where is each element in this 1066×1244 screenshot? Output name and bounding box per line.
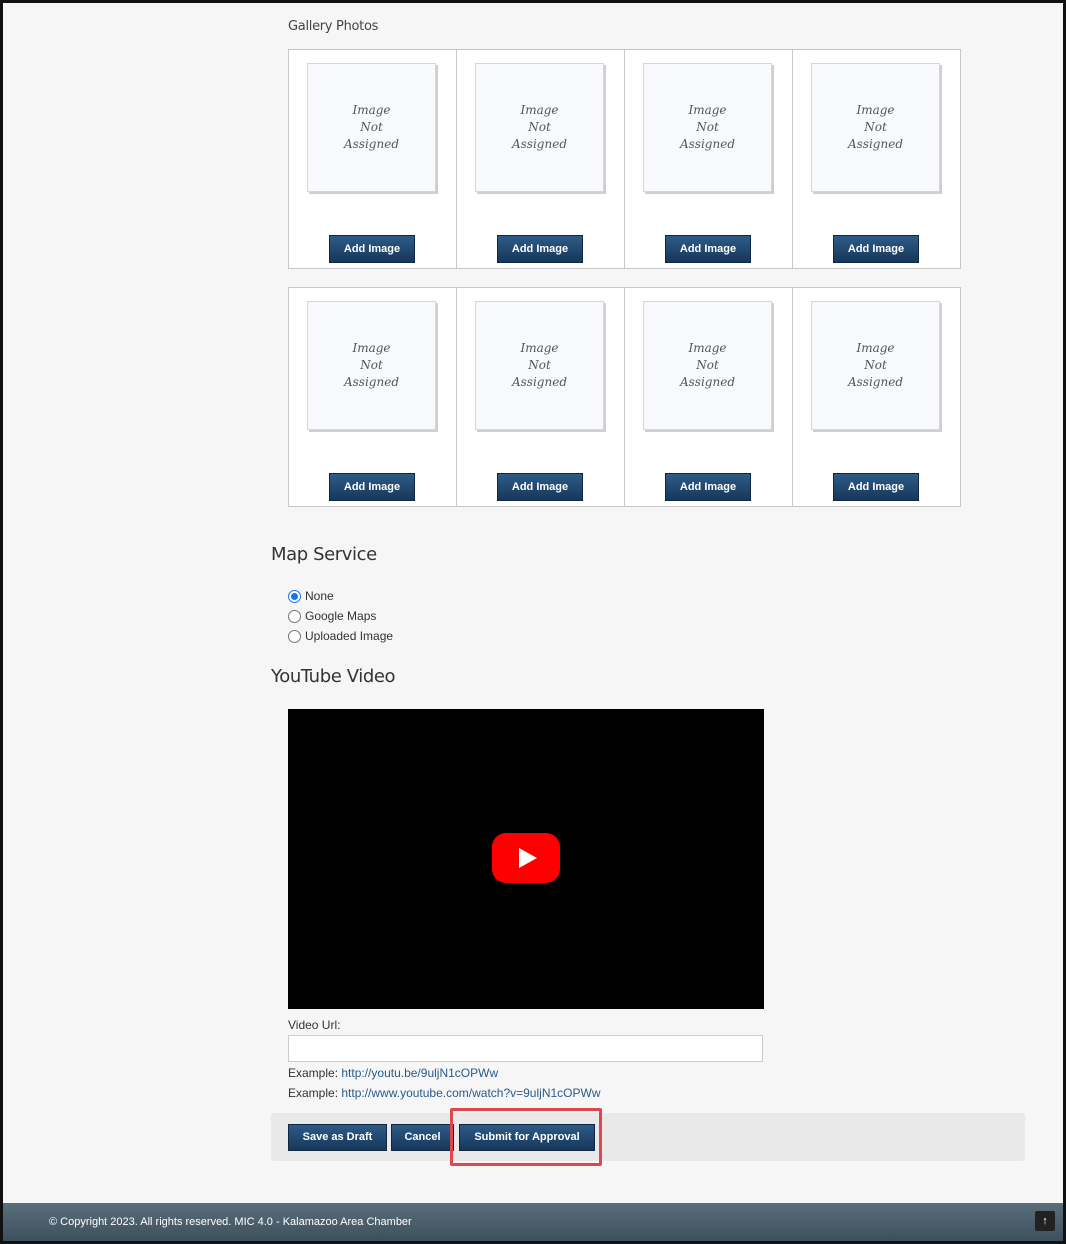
save-as-draft-button[interactable]: Save as Draft <box>288 1124 387 1151</box>
youtube-video-title: YouTube Video <box>271 666 396 687</box>
add-image-button[interactable]: Add Image <box>833 473 919 501</box>
gallery-cell: Image Not Assigned Add Image <box>456 287 625 507</box>
map-service-title: Map Service <box>271 544 377 565</box>
gallery-cell: Image Not Assigned Add Image <box>792 49 961 269</box>
image-placeholder: Image Not Assigned <box>811 63 940 192</box>
map-option-google[interactable]: Google Maps <box>288 607 376 625</box>
map-option-none[interactable]: None <box>288 587 334 605</box>
placeholder-line: Not <box>360 120 383 134</box>
image-placeholder: Image Not Assigned <box>475 301 604 430</box>
placeholder-line: Not <box>864 120 887 134</box>
image-placeholder: Image Not Assigned <box>643 63 772 192</box>
action-bar: Save as Draft Cancel Submit for Approval <box>271 1113 1025 1161</box>
copyright-text: © Copyright 2023. All rights reserved. M… <box>49 1216 412 1228</box>
placeholder-line: Assigned <box>679 375 735 389</box>
placeholder-line: Image <box>520 341 559 355</box>
gallery-cell: Image Not Assigned Add Image <box>288 287 457 507</box>
play-icon[interactable] <box>492 833 560 883</box>
placeholder-line: Image <box>352 341 391 355</box>
add-image-button[interactable]: Add Image <box>665 235 751 263</box>
placeholder-line: Not <box>696 358 719 372</box>
placeholder-line: Not <box>864 358 887 372</box>
example-prefix: Example: <box>288 1086 339 1100</box>
scroll-to-top-icon[interactable]: ↑ <box>1035 1211 1055 1231</box>
placeholder-line: Image <box>856 341 895 355</box>
example-prefix: Example: <box>288 1066 339 1080</box>
footer: © Copyright 2023. All rights reserved. M… <box>3 1203 1063 1241</box>
image-placeholder: Image Not Assigned <box>475 63 604 192</box>
placeholder-line: Assigned <box>343 375 399 389</box>
gallery-row-2: Image Not Assigned Add Image Image Not A… <box>288 287 963 507</box>
map-option-uploaded[interactable]: Uploaded Image <box>288 627 393 645</box>
add-image-button[interactable]: Add Image <box>329 473 415 501</box>
add-image-button[interactable]: Add Image <box>329 235 415 263</box>
radio-button[interactable] <box>288 589 301 603</box>
placeholder-line: Assigned <box>847 137 903 151</box>
placeholder-line: Not <box>360 358 383 372</box>
gallery-photos-label: Gallery Photos <box>288 19 379 34</box>
radio-button[interactable] <box>288 629 301 643</box>
placeholder-line: Image <box>688 341 727 355</box>
gallery-cell: Image Not Assigned Add Image <box>792 287 961 507</box>
image-placeholder: Image Not Assigned <box>307 63 436 192</box>
radio-label: Google Maps <box>305 609 377 623</box>
example-link-2[interactable]: http://www.youtube.com/watch?v=9uljN1cOP… <box>341 1086 600 1100</box>
add-image-button[interactable]: Add Image <box>833 235 919 263</box>
placeholder-line: Not <box>696 120 719 134</box>
add-image-button[interactable]: Add Image <box>665 473 751 501</box>
placeholder-line: Assigned <box>343 137 399 151</box>
add-image-button[interactable]: Add Image <box>497 473 583 501</box>
image-placeholder: Image Not Assigned <box>643 301 772 430</box>
video-url-input[interactable] <box>288 1035 763 1062</box>
radio-button[interactable] <box>288 609 301 623</box>
add-image-button[interactable]: Add Image <box>497 235 583 263</box>
placeholder-line: Assigned <box>511 137 567 151</box>
gallery-cell: Image Not Assigned Add Image <box>456 49 625 269</box>
example-line-2: Example: http://www.youtube.com/watch?v=… <box>288 1086 600 1100</box>
placeholder-line: Assigned <box>511 375 567 389</box>
gallery-cell: Image Not Assigned Add Image <box>288 49 457 269</box>
placeholder-line: Assigned <box>679 137 735 151</box>
example-link-1[interactable]: http://youtu.be/9uljN1cOPWw <box>341 1066 498 1080</box>
example-line-1: Example: http://youtu.be/9uljN1cOPWw <box>288 1066 498 1080</box>
placeholder-line: Image <box>352 103 391 117</box>
video-player[interactable] <box>288 709 764 1009</box>
image-placeholder: Image Not Assigned <box>307 301 436 430</box>
placeholder-line: Assigned <box>847 375 903 389</box>
cancel-button[interactable]: Cancel <box>391 1124 454 1151</box>
video-url-label: Video Url: <box>288 1018 341 1032</box>
page-frame: Gallery Photos Image Not Assigned Add Im… <box>0 0 1066 1244</box>
radio-label: Uploaded Image <box>305 629 394 643</box>
submit-highlight-box <box>450 1108 602 1166</box>
gallery-cell: Image Not Assigned Add Image <box>624 49 793 269</box>
placeholder-line: Not <box>528 358 551 372</box>
radio-label: None <box>305 589 334 603</box>
placeholder-line: Image <box>520 103 559 117</box>
gallery-row-1: Image Not Assigned Add Image Image Not A… <box>288 49 963 269</box>
placeholder-line: Not <box>528 120 551 134</box>
placeholder-line: Image <box>856 103 895 117</box>
gallery-cell: Image Not Assigned Add Image <box>624 287 793 507</box>
image-placeholder: Image Not Assigned <box>811 301 940 430</box>
placeholder-line: Image <box>688 103 727 117</box>
